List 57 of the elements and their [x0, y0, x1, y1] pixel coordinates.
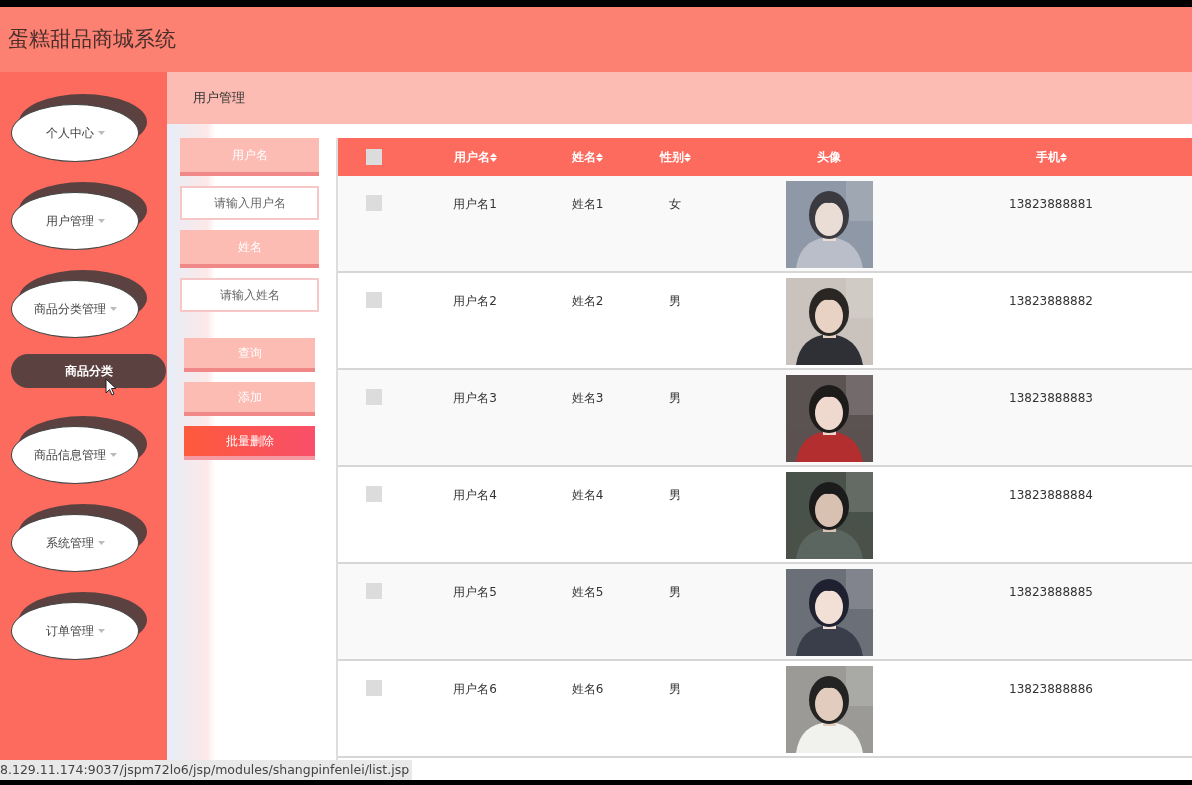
- cursor-icon: [105, 378, 117, 396]
- app-title: 蛋糕甜品商城系统: [8, 25, 176, 53]
- menu-item[interactable]: 商品分类管理: [11, 280, 139, 338]
- table-cell-text: 姓名5: [571, 584, 604, 599]
- menu-item[interactable]: 个人中心: [11, 104, 139, 162]
- table-cell-text: 13823888881: [1009, 196, 1093, 211]
- menu-item[interactable]: 订单管理: [11, 602, 139, 660]
- caret-icon: [97, 131, 105, 135]
- table-cell-text: 13823888884: [1009, 487, 1093, 502]
- checkbox[interactable]: [366, 486, 382, 502]
- table-cell-text: 男: [669, 487, 681, 502]
- table-cell-text: 用户名2: [453, 293, 497, 308]
- caret-icon: [97, 219, 105, 223]
- status-url: 8.129.11.174:9037/jspm72lo6/jsp/modules/shangpinfenlei/list.jsp: [0, 760, 413, 780]
- table-cell-text: 男: [669, 293, 681, 308]
- table-cell-text: 女: [669, 196, 681, 211]
- table-cell-text: 13823888882: [1009, 293, 1093, 308]
- sort-icon[interactable]: [596, 152, 603, 162]
- menu-item[interactable]: 商品信息管理: [11, 426, 139, 484]
- checkbox[interactable]: [366, 680, 382, 696]
- checkbox[interactable]: [366, 292, 382, 308]
- sort-icon[interactable]: [489, 152, 497, 162]
- table-cell-text: 姓名1: [571, 196, 604, 211]
- checkbox[interactable]: [366, 149, 382, 165]
- table-cell-text: 男: [669, 681, 681, 696]
- checkbox[interactable]: [366, 195, 382, 211]
- table-cell-text: 姓名3: [571, 390, 604, 405]
- table-cell-text: 姓名4: [571, 487, 604, 502]
- table-cell-text: 13823888886: [1009, 681, 1093, 696]
- checkbox[interactable]: [366, 389, 382, 405]
- menu-item[interactable]: 用户管理: [11, 192, 139, 250]
- table-cell-text: 13823888885: [1009, 584, 1093, 599]
- table-cell-text: 用户名3: [453, 390, 497, 405]
- table-cell-text: 13823888883: [1009, 390, 1093, 405]
- input-field[interactable]: 请输入姓名: [180, 278, 319, 312]
- caret-icon: [109, 453, 117, 457]
- table-cell-text: 姓名2: [571, 293, 604, 308]
- input-field[interactable]: 请输入用户名: [180, 186, 319, 220]
- caret-icon: [109, 307, 117, 311]
- table-cell-text: 用户名4: [453, 487, 497, 502]
- caret-icon: [97, 629, 105, 633]
- table-cell-text: 男: [669, 584, 681, 599]
- breadcrumb: 用户管理: [193, 89, 245, 108]
- table-cell-text: 男: [669, 390, 681, 405]
- field-label: 用户名: [180, 138, 319, 176]
- field-label: 姓名: [180, 230, 319, 268]
- sort-icon[interactable]: [683, 152, 691, 162]
- table-cell-text: 用户名6: [453, 681, 497, 696]
- checkbox[interactable]: [366, 583, 382, 599]
- sort-icon[interactable]: [1059, 152, 1067, 162]
- table-cell-text: 用户名5: [453, 584, 497, 599]
- table-cell-text: 用户名1: [453, 196, 497, 211]
- submenu-item[interactable]: 商品分类: [11, 354, 166, 388]
- column-header: 头像: [817, 149, 841, 166]
- menu-item[interactable]: 系统管理: [11, 514, 139, 572]
- table-cell-text: 姓名6: [571, 681, 604, 696]
- caret-icon: [97, 541, 105, 545]
